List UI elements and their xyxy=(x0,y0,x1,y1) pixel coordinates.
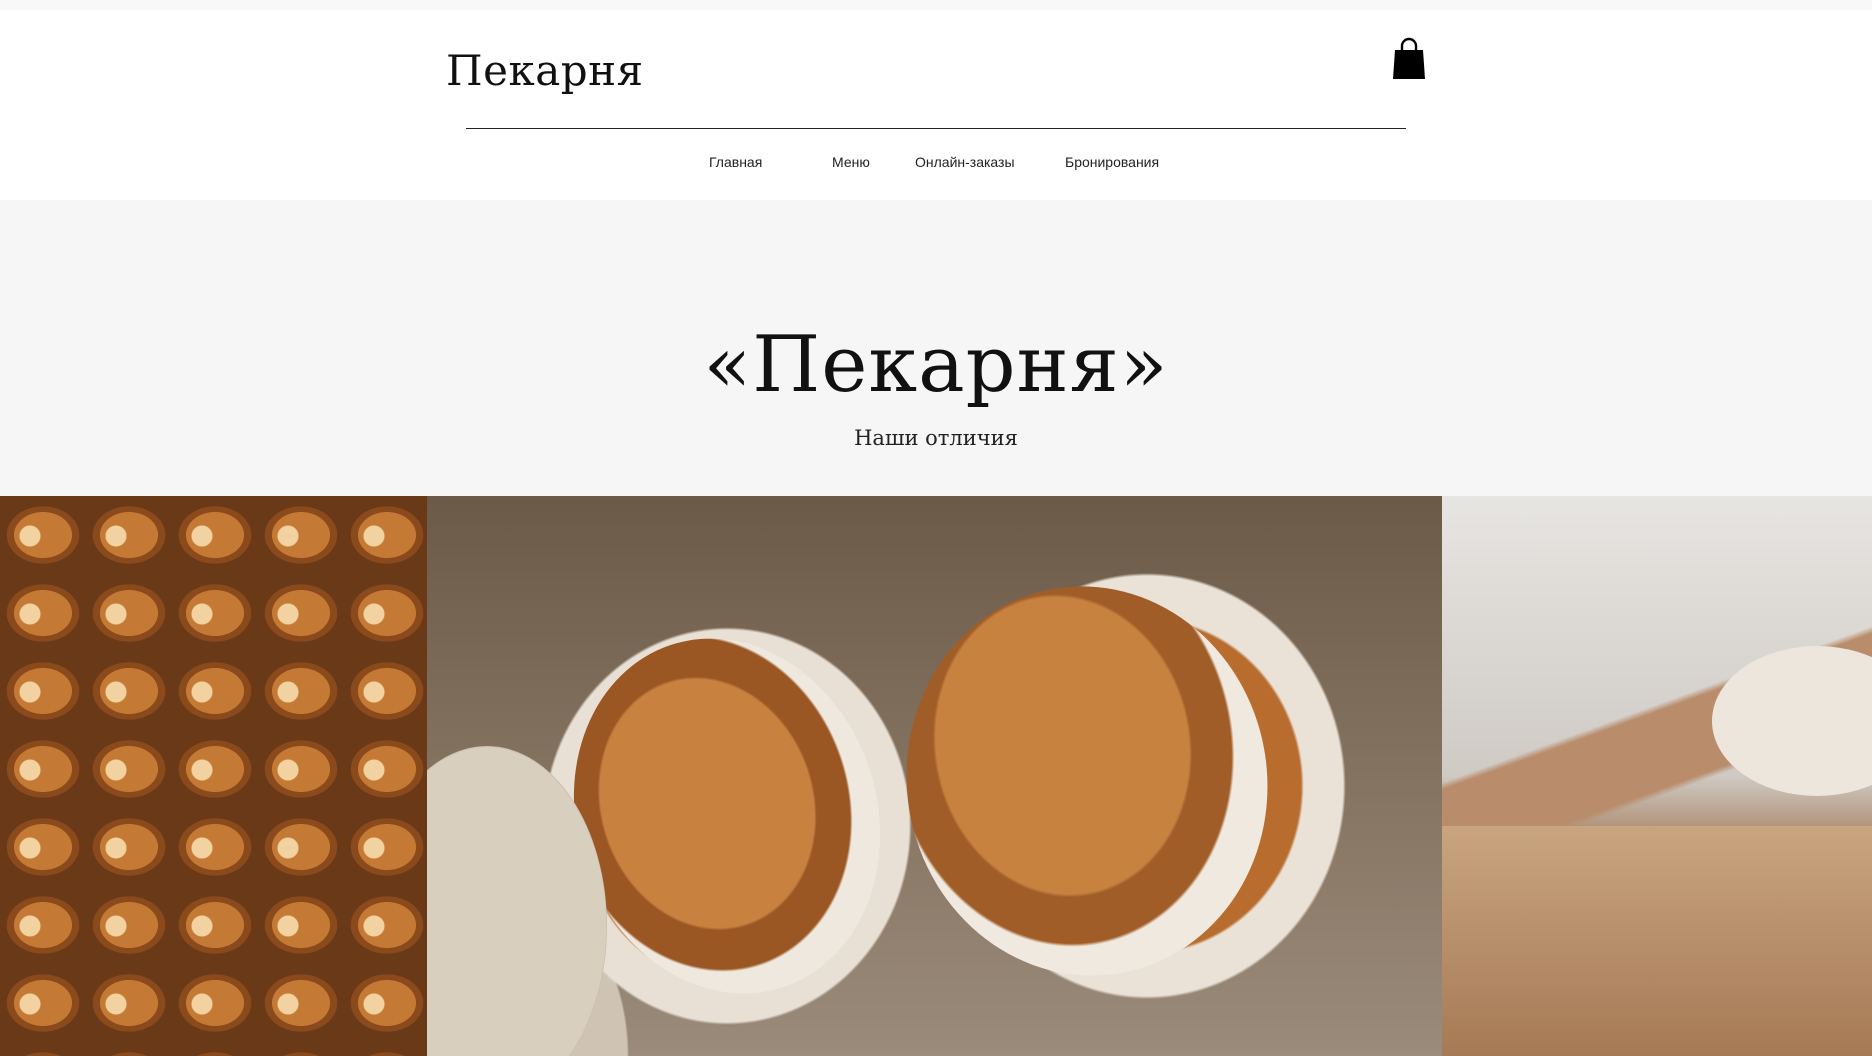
bread-loaf-right xyxy=(875,557,1299,1005)
nav-item-online-orders[interactable]: Онлайн-заказы xyxy=(915,154,1015,178)
hero-title: «Пекарня» xyxy=(703,320,1169,410)
cinnamon-buns-photo xyxy=(0,496,427,1056)
nav-item-reservations[interactable]: Бронирования xyxy=(1065,154,1159,178)
shopping-bag-icon[interactable] xyxy=(1392,36,1426,80)
baker-dough-photo xyxy=(1442,496,1872,1056)
hero-section: «Пекарня» Наши отличия xyxy=(0,200,1872,496)
top-strip xyxy=(0,0,1872,10)
work-table xyxy=(1442,826,1872,1056)
header-divider xyxy=(466,128,1406,129)
nav-item-menu[interactable]: Меню xyxy=(832,154,870,178)
hero-subtitle: Наши отличия xyxy=(854,426,1018,450)
site-header: Пекарня Главная Меню Онлайн-заказы Брони… xyxy=(0,10,1872,200)
bread-loaves-photo xyxy=(427,496,1442,1056)
site-logo[interactable]: Пекарня xyxy=(446,46,644,95)
nav-item-home[interactable]: Главная xyxy=(709,154,762,178)
dough xyxy=(1712,646,1872,796)
